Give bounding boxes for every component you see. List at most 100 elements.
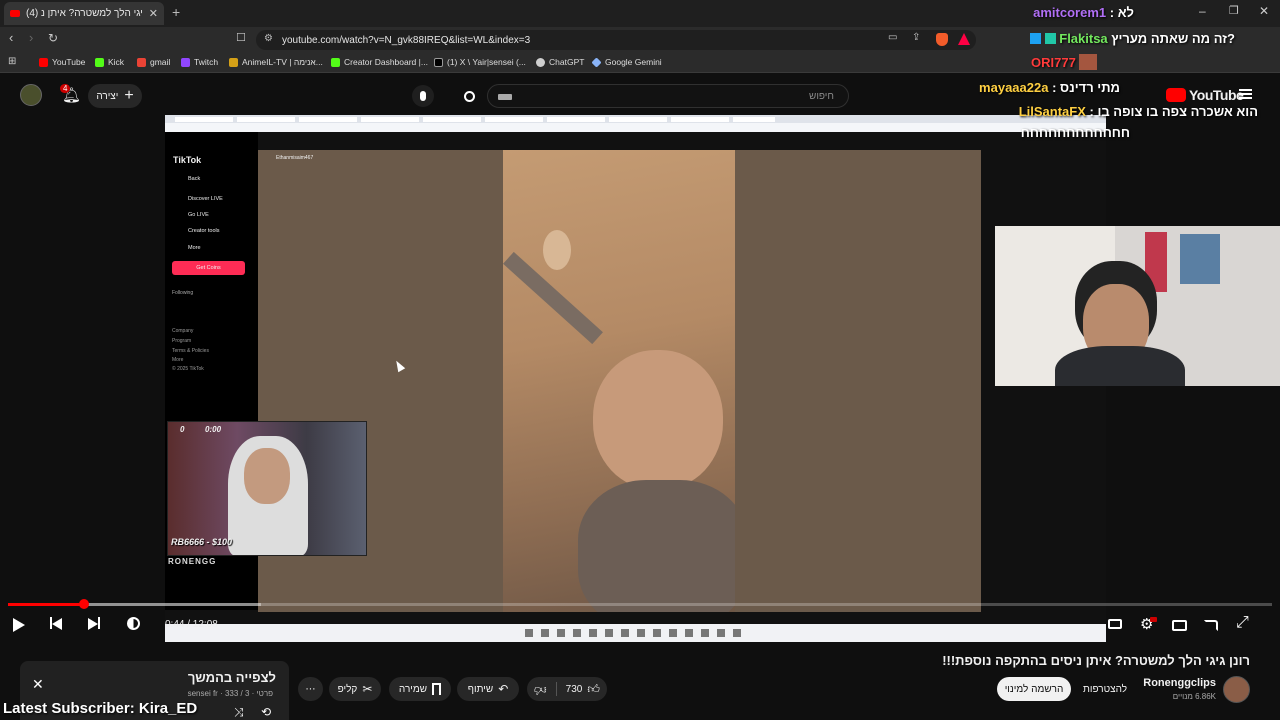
get-coins-label: Get Coins	[196, 265, 221, 271]
back-button[interactable]: ‹	[9, 30, 13, 45]
tiktok-footer-company: Company	[172, 328, 194, 334]
theater-icon	[1172, 620, 1187, 631]
bookmark-x[interactable]: (1) X \ Yair|sensei (...	[434, 57, 526, 67]
progress-bar[interactable]	[8, 599, 1272, 609]
menu-icon[interactable]	[1239, 89, 1252, 99]
bookmark-creator-dashboard[interactable]: Creator Dashboard |...	[331, 57, 428, 67]
site-info-icon[interactable]: ⚙	[264, 33, 273, 44]
tiktok-live-video	[503, 150, 735, 612]
bookmark-animeil[interactable]: AnimeIL-TV | אנימה...	[229, 57, 323, 67]
subtitles-button[interactable]	[1108, 618, 1122, 632]
previous-button[interactable]	[50, 617, 62, 634]
video-player[interactable]: TikTok Back Discover LIVE Go LIVE Creato…	[165, 115, 1106, 642]
channel-name[interactable]: Ronenggclips	[1143, 677, 1216, 689]
share-button[interactable]: שיתוף ↶	[457, 677, 519, 701]
bookmark-chatgpt[interactable]: ChatGPT	[536, 57, 584, 67]
search-placeholder: חיפוש	[809, 90, 834, 102]
inner-browser-tabs	[165, 115, 1106, 123]
youtube-icon	[39, 57, 48, 67]
apps-grid-icon[interactable]: ⊞	[8, 56, 16, 67]
hd-badge-icon	[1150, 617, 1157, 622]
volume-button[interactable]	[127, 617, 140, 634]
fullscreen-button[interactable]: ⤢	[1236, 614, 1249, 632]
chat-username: ORI777	[1031, 55, 1076, 70]
cam-time: 0:00	[205, 425, 222, 434]
cast-button[interactable]	[1204, 618, 1218, 635]
minimize-button[interactable]: –	[1199, 4, 1206, 18]
bookmark-kick[interactable]: Kick	[95, 57, 124, 67]
tiktok-nav-discover: Discover LIVE	[188, 196, 223, 202]
new-tab-button[interactable]: +	[172, 4, 180, 20]
bookmark-page-icon[interactable]: ☐	[236, 31, 246, 44]
bookmark-label: Google Gemini	[605, 57, 662, 67]
fullscreen-icon: ⤢	[1236, 614, 1249, 631]
playlist-meta: sensei fr · פרטי · 3 / 333	[187, 689, 273, 698]
save-button[interactable]: שמירה	[389, 677, 451, 701]
next-icon	[88, 618, 98, 630]
url-field[interactable]: ⚙ youtube.com/watch?v=N_gvk88IREQ&list=W…	[256, 30, 976, 50]
search-button[interactable]	[456, 84, 482, 108]
bookmark-youtube[interactable]: YouTube	[39, 57, 85, 67]
voice-search-button[interactable]	[412, 85, 434, 107]
scissors-icon: ✂	[362, 682, 373, 696]
notifications-button[interactable]: 🔔︎ 4	[58, 84, 82, 108]
maximize-button[interactable]: ❐	[1229, 4, 1239, 17]
share-icon[interactable]: ⇪	[912, 32, 920, 43]
inner-address-bar	[165, 123, 1106, 132]
search-icon	[463, 90, 475, 102]
search-input[interactable]: חיפוש	[487, 84, 849, 108]
chat-username: amitcorem1	[1033, 5, 1107, 20]
donation-text: RB6666 - $100	[171, 537, 233, 547]
like-icon[interactable]: 👍︎	[587, 682, 600, 697]
played-bar	[8, 603, 84, 606]
create-button[interactable]: יצירה +	[88, 84, 142, 108]
play-button[interactable]	[13, 615, 25, 636]
chat-message: לא : amitcorem1	[1033, 5, 1134, 20]
browser-tab[interactable]: (4) רונן גיגי הלך למשטרה? איתן נ ✕	[4, 2, 164, 25]
close-window-button[interactable]: ✕	[1259, 4, 1269, 18]
clip-button[interactable]: קליפ ✂	[329, 677, 381, 701]
avatar[interactable]	[20, 84, 42, 106]
chat-username: mayaaa22a	[979, 80, 1049, 95]
bookmark-gmail[interactable]: gmail	[137, 57, 170, 67]
forward-button[interactable]: ›	[29, 30, 33, 45]
shuffle-icon[interactable]: ⤨	[234, 705, 244, 720]
subscriber-count: 6.86K מנויים	[1172, 692, 1216, 701]
chat-text: זה מה שאתה מעריץ?	[1111, 31, 1235, 46]
share-icon: ↶	[498, 682, 509, 696]
more-dots-icon: ⋯	[305, 683, 316, 695]
bookmark-label: ChatGPT	[549, 57, 585, 67]
youtube-logo[interactable]: YouTube	[1166, 87, 1244, 103]
kick-icon	[95, 57, 104, 67]
dislike-icon[interactable]: 👍︎	[534, 682, 547, 697]
chat-text: מתי רדינס :	[1052, 80, 1120, 95]
bookmark-label: AnimeIL-TV | אנימה...	[242, 57, 323, 67]
tiktok-nav-back: Back	[188, 176, 201, 182]
loop-icon[interactable]: ⟲	[261, 705, 271, 719]
scrubber-handle[interactable]	[78, 599, 89, 609]
theater-mode-button[interactable]	[1172, 618, 1187, 635]
chat-badge-icon	[1030, 33, 1041, 44]
like-count[interactable]: 730	[566, 684, 583, 695]
clip-label: קליפ	[337, 683, 358, 695]
bookmark-twitch[interactable]: Twitch	[181, 57, 218, 67]
bookmark-gemini[interactable]: Google Gemini	[591, 56, 662, 68]
rewards-icon[interactable]	[958, 33, 970, 45]
kick-icon	[331, 57, 340, 67]
tiktok-following-label: Following	[172, 290, 194, 296]
next-button[interactable]	[88, 617, 100, 634]
channel-avatar[interactable]	[1223, 676, 1250, 703]
close-playlist-icon[interactable]: ✕	[32, 676, 44, 693]
tab-close-icon[interactable]: ✕	[149, 7, 158, 20]
brave-shield-icon[interactable]	[936, 33, 948, 46]
more-actions-button[interactable]: ⋯	[298, 677, 323, 701]
cast-icon[interactable]: ▭	[888, 32, 897, 43]
chat-message: חחחחחחחחחחחח	[1021, 125, 1130, 140]
cast-icon	[1204, 620, 1218, 631]
reload-button[interactable]: ↻	[48, 31, 58, 45]
settings-button[interactable]: ⚙	[1140, 615, 1157, 633]
keyboard-icon[interactable]	[498, 94, 512, 100]
subscribe-button[interactable]: הרשמה למינוי	[997, 677, 1071, 701]
chat-username: Flakitsa	[1059, 31, 1108, 46]
join-button[interactable]: להצטרפות	[1075, 677, 1135, 701]
